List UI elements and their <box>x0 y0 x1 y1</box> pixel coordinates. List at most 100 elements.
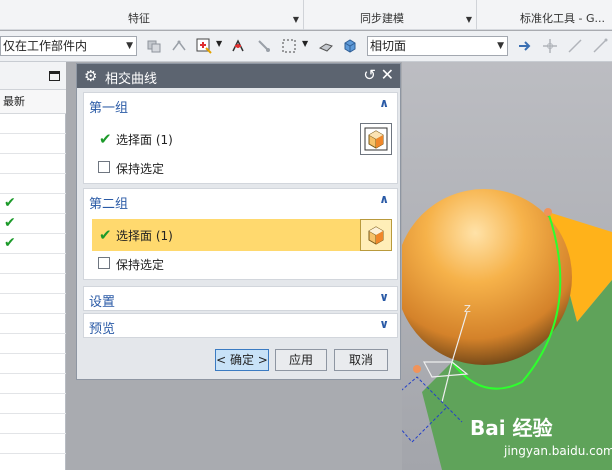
navigator-row[interactable] <box>0 414 66 434</box>
navigator-row[interactable]: ✔ <box>0 194 66 214</box>
ribbon-group-sync-modeling[interactable]: 同步建模 ▼ <box>305 0 477 30</box>
preview-section: 预览 ∨ <box>83 313 398 338</box>
chevron-down-icon[interactable]: ▼ <box>466 15 472 24</box>
cancel-button[interactable]: 取消 <box>334 349 388 371</box>
navigator-row[interactable] <box>0 394 66 414</box>
keep-selected-label: 保持选定 <box>116 162 165 176</box>
check-icon: ✔ <box>99 130 112 148</box>
ribbon-group-bar: 特征 ▼ 同步建模 ▼ 标准化工具 - G... <box>0 0 612 30</box>
navigator-row[interactable] <box>0 374 66 394</box>
navigator-row[interactable] <box>0 174 66 194</box>
preview-title: 预览 <box>89 322 116 337</box>
keep-selected-checkbox[interactable] <box>98 257 110 269</box>
check-icon: ✔ <box>99 226 112 244</box>
check-icon: ✔ <box>4 195 16 211</box>
navigator-row[interactable]: ✔ <box>0 234 66 254</box>
chevron-down-icon: ▼ <box>126 41 133 51</box>
chevron-down-icon: ▼ <box>497 41 504 51</box>
first-group-section: 第一组 ∧ ✔ 选择面 (1) 保持选定 <box>83 92 398 184</box>
select-face-label: 选择面 (1) <box>116 229 173 243</box>
navigator-row[interactable] <box>0 334 66 354</box>
filter-component-icon[interactable] <box>146 38 162 54</box>
navigator-header <box>0 62 66 90</box>
navigator-row[interactable] <box>0 354 66 374</box>
ribbon-group-label: 特征 <box>128 12 150 25</box>
chevron-down-icon[interactable]: ▼ <box>216 39 222 48</box>
box-select-icon[interactable] <box>281 38 297 54</box>
settings-header[interactable]: 设置 ∨ <box>84 287 397 311</box>
z-axis-label: Z <box>464 304 471 315</box>
dialog-title-bar[interactable]: ⚙ 相交曲线 ↺ ✕ <box>77 64 400 88</box>
baidu-watermark: Bai 经验 <box>470 416 553 440</box>
ribbon-group-feature[interactable]: 特征 ▼ <box>0 0 304 30</box>
face-select-icon[interactable] <box>318 38 334 54</box>
chevron-up-icon[interactable]: ∧ <box>379 96 389 110</box>
second-group-header[interactable]: 第二组 ∧ <box>84 189 397 213</box>
endpoint-top <box>544 208 552 216</box>
check-icon: ✔ <box>4 215 16 231</box>
first-group-select-face[interactable]: ✔ 选择面 (1) <box>92 123 392 155</box>
keep-selected-label: 保持选定 <box>116 258 165 272</box>
selection-scope-dropdown[interactable]: 仅在工作部件内 ▼ <box>0 36 137 56</box>
chevron-up-icon[interactable]: ∧ <box>379 192 389 206</box>
face-rule-value: 相切面 <box>370 39 407 53</box>
curve-tool-icon[interactable] <box>592 38 608 54</box>
cube-icon <box>368 226 384 245</box>
close-icon[interactable]: ✕ <box>381 65 394 84</box>
navigator-row[interactable] <box>0 434 66 454</box>
check-icon: ✔ <box>4 235 16 251</box>
endpoint-bottom <box>413 365 421 373</box>
baidu-watermark-url: jingyan.baidu.com <box>504 444 612 458</box>
graphics-viewport[interactable]: Z <box>402 62 612 470</box>
snap-arrows-icon[interactable] <box>171 38 187 54</box>
intersection-curve-dialog: ⚙ 相交曲线 ↺ ✕ 第一组 ∧ ✔ 选择面 (1) 保持选定 第二组 ∧ ✔ … <box>76 63 401 380</box>
chevron-down-icon[interactable]: ▼ <box>293 15 299 24</box>
navigator-row[interactable] <box>0 134 66 154</box>
apply-button[interactable]: 应用 <box>275 349 327 371</box>
ok-button[interactable]: < 确定 > <box>215 349 269 371</box>
settings-section: 设置 ∨ <box>83 286 398 311</box>
face-selection-button[interactable] <box>360 123 392 155</box>
settings-title: 设置 <box>89 295 116 310</box>
arrow-right-icon[interactable] <box>517 38 533 54</box>
chevron-down-icon[interactable]: ∨ <box>379 290 389 304</box>
second-group-section: 第二组 ∧ ✔ 选择面 (1) 保持选定 <box>83 188 398 280</box>
selection-scope-value: 仅在工作部件内 <box>3 39 88 53</box>
selection-toolbar: 仅在工作部件内 ▼ ▼ ▼ 相切面 ▼ <box>0 31 612 62</box>
navigator-row[interactable] <box>0 294 66 314</box>
navigator-column-latest[interactable]: 最新 <box>0 90 66 114</box>
reset-icon[interactable]: ↺ <box>363 66 376 84</box>
ribbon-group-label: 标准化工具 - G... <box>520 12 605 25</box>
face-rule-dropdown[interactable]: 相切面 ▼ <box>367 36 508 56</box>
dialog-title: 相交曲线 <box>105 72 158 87</box>
gear-icon[interactable]: ⚙ <box>84 67 97 85</box>
point-snap-icon[interactable] <box>230 38 246 54</box>
vertex-snap-icon[interactable] <box>256 38 272 54</box>
select-face-label: 选择面 (1) <box>116 133 173 147</box>
ribbon-group-label: 同步建模 <box>360 12 404 25</box>
chevron-down-icon[interactable]: ▼ <box>302 39 308 48</box>
navigator-row[interactable] <box>0 154 66 174</box>
second-group-title: 第二组 <box>89 197 129 212</box>
second-group-select-face[interactable]: ✔ 选择面 (1) <box>92 219 392 251</box>
navigator-row[interactable] <box>0 114 66 134</box>
navigator-row[interactable] <box>0 314 66 334</box>
first-group-title: 第一组 <box>89 101 129 116</box>
navigator-row[interactable] <box>0 254 66 274</box>
line-tool-icon[interactable] <box>567 38 583 54</box>
move-cross-icon[interactable] <box>542 38 558 54</box>
ribbon-group-standard-tools[interactable]: 标准化工具 - G... <box>478 0 612 30</box>
select-in-box-icon[interactable] <box>196 38 212 54</box>
chevron-down-icon[interactable]: ∨ <box>379 317 389 331</box>
navigator-row[interactable]: ✔ <box>0 214 66 234</box>
body-select-icon[interactable] <box>342 38 358 54</box>
model-scene: Z <box>402 189 612 470</box>
part-navigator-panel: 最新 ✔ ✔ ✔ <box>0 62 66 470</box>
maximize-icon[interactable] <box>49 71 60 81</box>
keep-selected-checkbox[interactable] <box>98 161 110 173</box>
navigator-row[interactable] <box>0 274 66 294</box>
cube-icon <box>364 127 388 151</box>
preview-header[interactable]: 预览 ∨ <box>84 314 397 338</box>
face-selection-button[interactable] <box>360 219 392 251</box>
first-group-header[interactable]: 第一组 ∧ <box>84 93 397 117</box>
